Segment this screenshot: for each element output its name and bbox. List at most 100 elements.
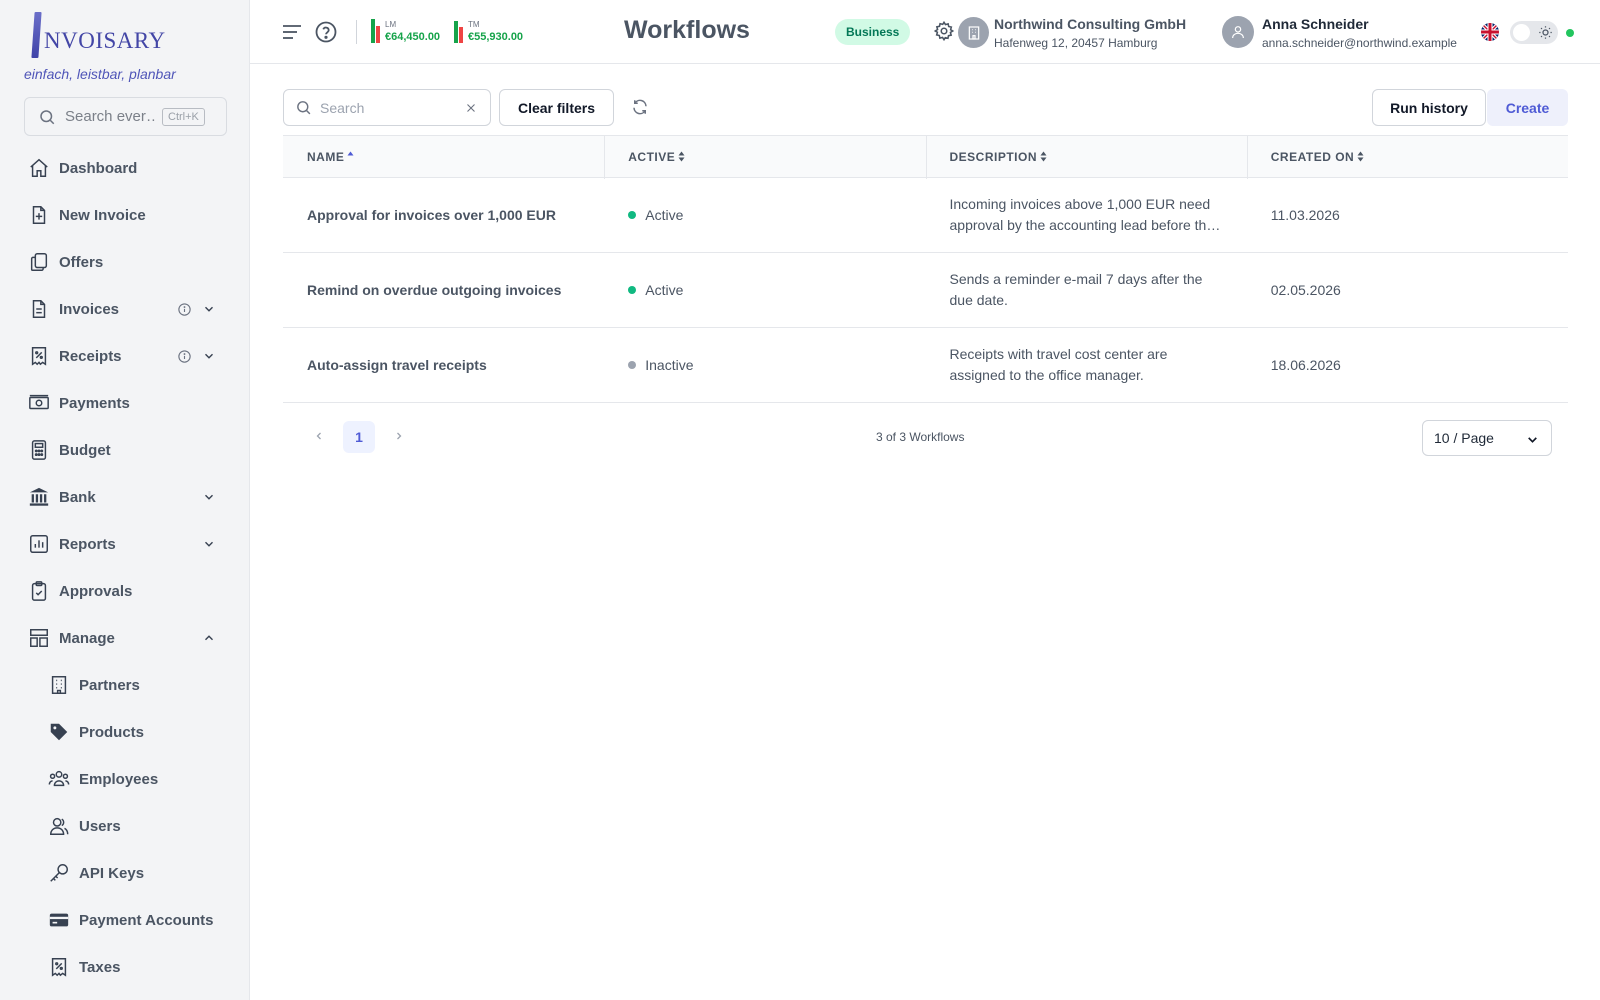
sidebar-item-taxes[interactable]: Taxes bbox=[48, 952, 224, 982]
user-name[interactable]: Anna Schneider bbox=[1262, 16, 1369, 32]
sidebar-item-api-keys[interactable]: API Keys bbox=[48, 858, 224, 888]
description-cell: Receipts with travel cost center are assi… bbox=[926, 328, 1247, 402]
sidebar-item-approvals[interactable]: Approvals bbox=[28, 576, 224, 606]
kpi-bars bbox=[371, 19, 380, 43]
close-icon[interactable] bbox=[465, 102, 477, 114]
receipt-percent-icon bbox=[51, 958, 67, 977]
kpi-last-month: LM €64,450.00 bbox=[371, 19, 440, 43]
users-group-icon bbox=[48, 770, 70, 787]
global-search[interactable]: Search ever… Ctrl+K bbox=[24, 97, 227, 136]
table-row[interactable]: Approval for invoices over 1,000 EUR Act… bbox=[283, 178, 1568, 253]
theme-toggle[interactable] bbox=[1510, 21, 1558, 44]
sidebar-item-manage[interactable]: Manage bbox=[28, 623, 224, 653]
sidebar-item-employees[interactable]: Employees bbox=[48, 764, 224, 794]
description-line: Receipts with travel cost center are bbox=[949, 346, 1168, 362]
sidebar-item-users[interactable]: Users bbox=[48, 811, 224, 841]
status-dot bbox=[628, 211, 637, 219]
kpi-value: €64,450.00 bbox=[385, 31, 441, 43]
sidebar-item-label: Approvals bbox=[59, 582, 133, 600]
sidebar-item-bank[interactable]: Bank bbox=[28, 482, 224, 512]
info-icon[interactable] bbox=[177, 302, 192, 317]
chevron-down-icon[interactable] bbox=[202, 537, 216, 551]
column-header-description[interactable]: DESCRIPTION bbox=[925, 136, 1247, 179]
kpi-label: TM bbox=[468, 20, 480, 29]
sidebar-item-invoices[interactable]: Invoices bbox=[28, 294, 224, 324]
workflow-search[interactable] bbox=[283, 89, 491, 126]
sidebar-item-label: API Keys bbox=[79, 864, 145, 882]
app-logo[interactable]: NVOISARY bbox=[31, 6, 166, 58]
pagination-total: 3 of 3 Workflows bbox=[876, 430, 965, 444]
page-size-select[interactable]: 10 / Page bbox=[1422, 420, 1552, 456]
chevron-down-icon[interactable] bbox=[202, 302, 216, 316]
sun-icon bbox=[1539, 26, 1552, 39]
description-line: due date. bbox=[949, 292, 1008, 308]
chevron-left-icon[interactable] bbox=[314, 430, 324, 442]
online-status-dot bbox=[1566, 29, 1574, 37]
key-icon bbox=[50, 864, 68, 882]
column-header-label: DESCRIPTION bbox=[949, 149, 1038, 164]
kpi-bars bbox=[454, 19, 463, 43]
sidebar-item-label: Invoices bbox=[59, 300, 120, 318]
sidebar-item-dashboard[interactable]: Dashboard bbox=[28, 153, 224, 183]
help-icon[interactable] bbox=[314, 20, 338, 44]
sidebar-item-label: Partners bbox=[79, 676, 140, 694]
company-name[interactable]: Northwind Consulting GmbH bbox=[994, 16, 1186, 32]
workflow-name[interactable]: Auto-assign travel receipts bbox=[283, 328, 604, 402]
chevron-down-icon[interactable] bbox=[202, 490, 216, 504]
refresh-icon[interactable] bbox=[631, 98, 649, 116]
search-input[interactable] bbox=[320, 99, 450, 116]
column-header-label: NAME bbox=[307, 149, 345, 164]
bank-icon bbox=[29, 487, 49, 506]
sidebar-item-new-invoice[interactable]: New Invoice bbox=[28, 200, 224, 230]
user-icon bbox=[1232, 26, 1244, 39]
chevron-down-icon bbox=[1528, 437, 1537, 443]
bar-chart-icon bbox=[30, 535, 48, 553]
chevron-right-icon[interactable] bbox=[394, 430, 404, 442]
create-button[interactable]: Create bbox=[1487, 89, 1568, 126]
column-header-name[interactable]: NAME bbox=[283, 136, 604, 177]
chevron-down-icon[interactable] bbox=[202, 349, 216, 363]
sidebar-item-budget[interactable]: Budget bbox=[28, 435, 224, 465]
sidebar-item-reports[interactable]: Reports bbox=[28, 529, 224, 559]
file-plus-icon bbox=[32, 206, 46, 224]
credit-card-icon bbox=[49, 913, 69, 927]
company-address: Hafenweg 12, 20457 Hamburg bbox=[994, 36, 1158, 50]
sidebar-item-label: Taxes bbox=[79, 958, 121, 976]
workflow-name[interactable]: Approval for invoices over 1,000 EUR bbox=[283, 178, 604, 252]
sidebar-item-receipts[interactable]: Receipts bbox=[28, 341, 224, 371]
table-row[interactable]: Remind on overdue outgoing invoices Acti… bbox=[283, 253, 1568, 328]
kpi-value: €55,930.00 bbox=[468, 31, 524, 43]
uk-flag-icon[interactable] bbox=[1481, 23, 1499, 41]
sort-asc-icon bbox=[347, 151, 354, 156]
status-dot bbox=[628, 286, 637, 294]
chevron-up-icon[interactable] bbox=[202, 631, 216, 645]
sort-icon bbox=[1040, 151, 1047, 162]
avatar[interactable] bbox=[1222, 16, 1254, 48]
description-line: Incoming invoices above 1,000 EUR need bbox=[949, 196, 1211, 212]
run-history-button[interactable]: Run history bbox=[1372, 89, 1486, 126]
sidebar-item-payments[interactable]: Payments bbox=[28, 388, 224, 418]
sidebar-item-label: Manage bbox=[59, 629, 115, 647]
calculator-icon bbox=[31, 440, 47, 460]
column-header-active[interactable]: ACTIVE bbox=[604, 136, 925, 179]
pagination-page-1[interactable]: 1 bbox=[343, 421, 375, 453]
column-header-created-on[interactable]: CREATED ON bbox=[1246, 136, 1568, 179]
company-avatar[interactable] bbox=[958, 17, 989, 48]
status-cell: Inactive bbox=[604, 328, 925, 402]
sidebar-item-offers[interactable]: Offers bbox=[28, 247, 224, 277]
clear-filters-button[interactable]: Clear filters bbox=[499, 89, 614, 126]
sidebar-item-payment-accounts[interactable]: Payment Accounts bbox=[48, 905, 224, 935]
table-row[interactable]: Auto-assign travel receipts Inactive Rec… bbox=[283, 328, 1568, 403]
header-divider bbox=[356, 20, 357, 44]
gear-icon[interactable] bbox=[933, 20, 955, 42]
info-icon[interactable] bbox=[177, 349, 192, 364]
brand-tagline: einfach, leistbar, planbar bbox=[24, 66, 176, 82]
sidebar-item-partners[interactable]: Partners bbox=[48, 670, 224, 700]
column-header-label: CREATED ON bbox=[1270, 149, 1355, 164]
home-icon bbox=[30, 158, 48, 177]
workflow-name[interactable]: Remind on overdue outgoing invoices bbox=[283, 253, 604, 327]
receipt-percent-icon bbox=[31, 347, 47, 366]
sidebar-item-products[interactable]: Products bbox=[48, 717, 224, 747]
menu-toggle-icon[interactable] bbox=[280, 20, 304, 44]
sort-icon bbox=[1357, 151, 1364, 162]
